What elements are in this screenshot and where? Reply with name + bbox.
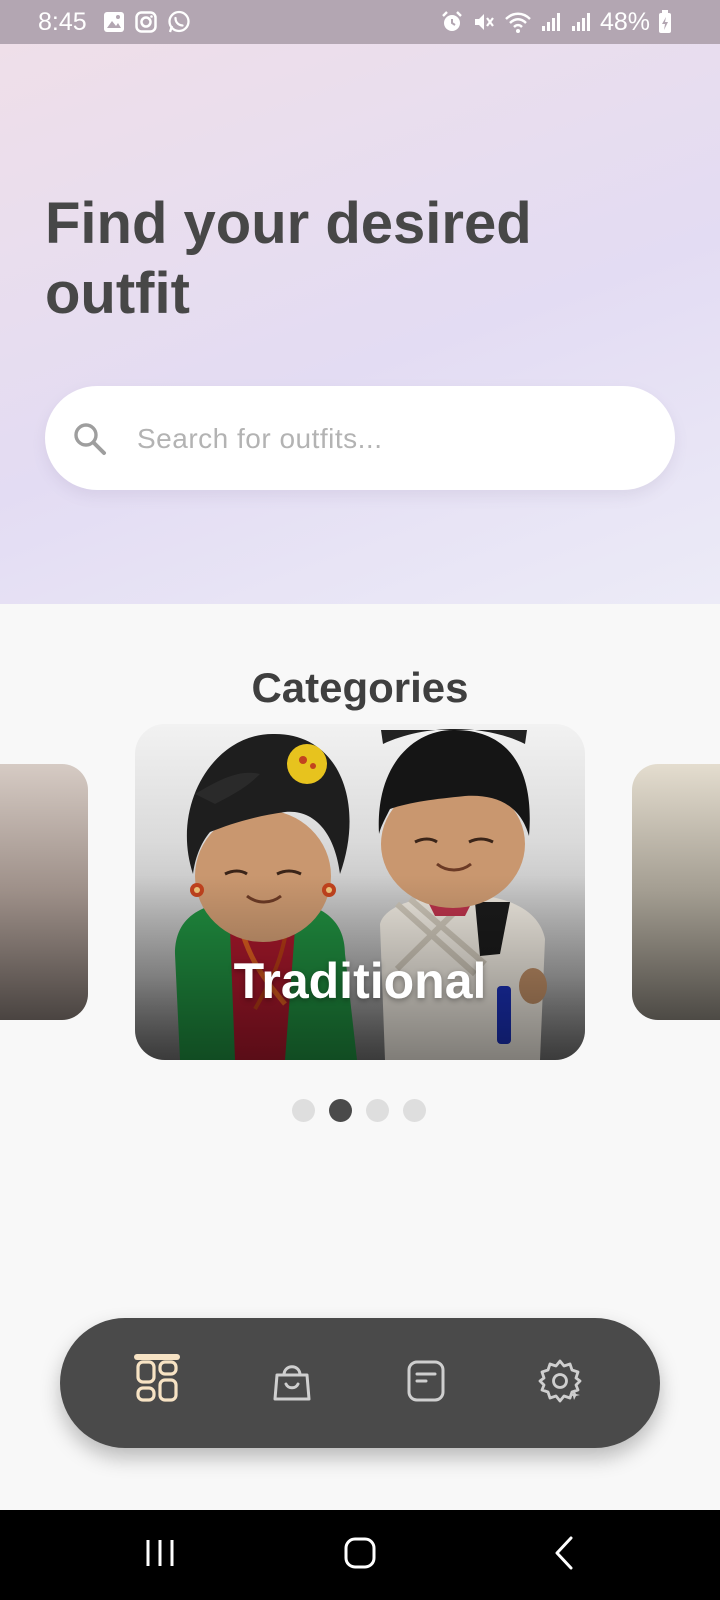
status-bar: 8:45 48% — [0, 0, 720, 44]
bottom-navigation — [60, 1318, 660, 1448]
battery-icon — [658, 10, 672, 34]
signal-icon — [540, 11, 562, 33]
category-label: Traditional — [233, 953, 487, 1009]
system-navigation-bar — [0, 1510, 720, 1600]
recent-apps-button[interactable] — [120, 1510, 200, 1600]
nav-orders[interactable] — [376, 1318, 476, 1448]
status-left: 8:45 — [38, 0, 191, 44]
orders-icon — [404, 1359, 448, 1408]
search-bar[interactable] — [45, 386, 675, 490]
nav-dashboard[interactable] — [107, 1318, 207, 1448]
shopping-bag-icon — [270, 1359, 314, 1408]
back-button[interactable] — [524, 1510, 604, 1600]
pagination-dot[interactable] — [366, 1099, 389, 1122]
categories-title: Categories — [251, 664, 469, 711]
carousel-pagination — [292, 1099, 426, 1122]
pagination-dot[interactable] — [403, 1099, 426, 1122]
instagram-icon — [134, 11, 157, 33]
alarm-icon — [440, 10, 464, 34]
search-icon — [71, 420, 109, 463]
status-time: 8:45 — [38, 7, 87, 36]
settings-icon — [537, 1358, 583, 1409]
recent-apps-icon — [143, 1537, 177, 1574]
nav-settings[interactable] — [510, 1318, 610, 1448]
page-title: Find your desired outfit — [45, 191, 532, 326]
home-icon — [343, 1536, 377, 1575]
gallery-icon — [103, 11, 125, 33]
back-icon — [552, 1535, 576, 1576]
status-right: 48% — [440, 0, 672, 44]
whatsapp-icon — [167, 10, 191, 34]
header: Find your desired outfit — [0, 44, 720, 604]
battery-percent: 48% — [599, 7, 650, 36]
pagination-dot[interactable] — [292, 1099, 315, 1122]
search-input[interactable] — [135, 408, 639, 470]
signal-icon — [570, 11, 592, 33]
dashboard-icon — [135, 1359, 179, 1408]
wifi-icon — [504, 10, 532, 34]
nav-shop[interactable] — [242, 1318, 342, 1448]
mute-icon — [472, 10, 496, 34]
home-button[interactable] — [320, 1510, 400, 1600]
pagination-dot-active[interactable] — [329, 1099, 352, 1122]
